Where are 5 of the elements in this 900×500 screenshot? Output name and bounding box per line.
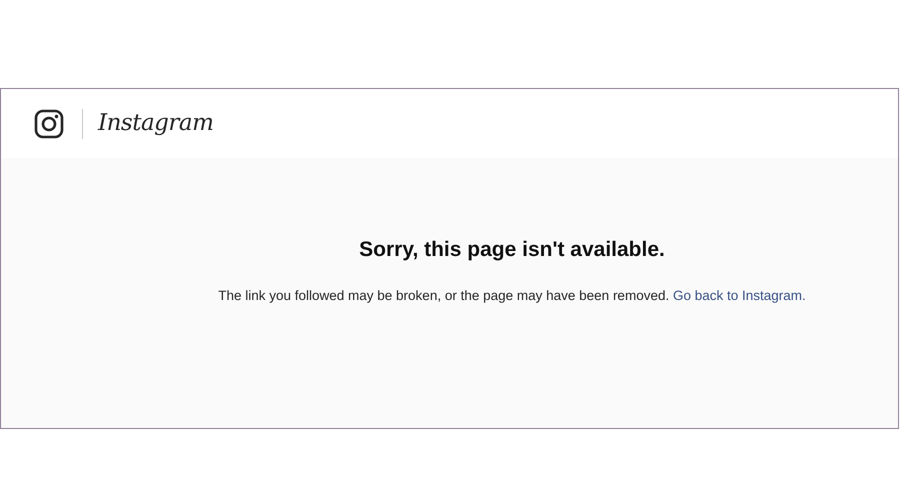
logo-text[interactable]: Instagram	[98, 106, 214, 141]
error-title: Sorry, this page isn't available.	[359, 237, 665, 263]
back-link[interactable]: Go back to Instagram.	[672, 288, 806, 302]
error-message: The link you followed may be broken, or the page may have been removed. Go back to Instagram.	[218, 286, 806, 305]
camera-icon[interactable]	[34, 108, 64, 138]
